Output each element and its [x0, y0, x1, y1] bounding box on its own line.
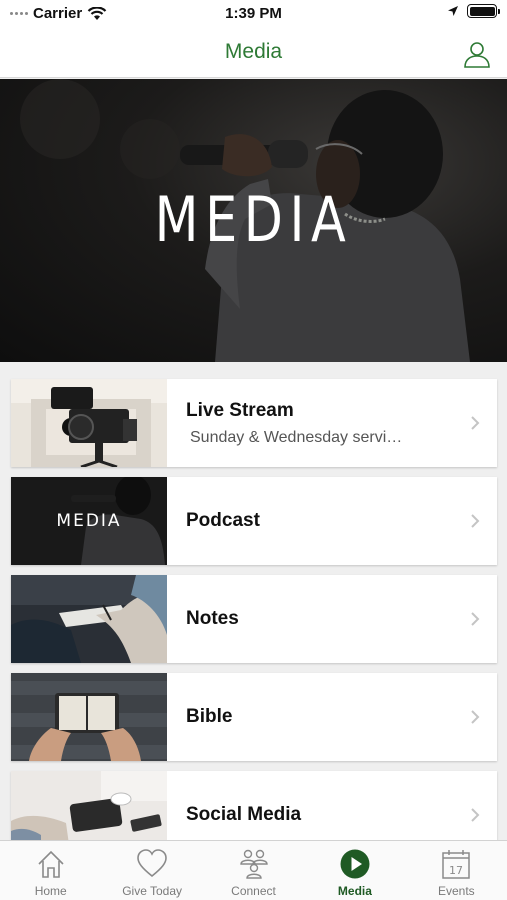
bible-thumbnail [11, 673, 167, 761]
battery-icon [467, 4, 500, 18]
card-body: Podcast [167, 477, 497, 565]
list-item-podcast[interactable]: MEDIA Podcast [11, 477, 497, 565]
tab-label: Connect [231, 884, 276, 898]
list-item-notes[interactable]: Notes [11, 575, 497, 663]
hero-banner: MEDIA [0, 79, 507, 362]
tab-media[interactable]: Media [304, 841, 405, 900]
chevron-right-icon [471, 514, 480, 528]
podcast-thumbnail: MEDIA [11, 477, 167, 565]
home-icon [38, 850, 64, 878]
tab-label: Events [437, 884, 475, 898]
item-title: Live Stream [186, 400, 294, 421]
status-time: 1:39 PM [225, 5, 282, 22]
status-bar: Carrier 1:39 PM [0, 0, 507, 28]
chevron-right-icon [471, 710, 480, 724]
tab-label: Media [337, 884, 372, 898]
chevron-right-icon [471, 416, 480, 430]
people-icon [239, 849, 268, 879]
chevron-right-icon [471, 612, 480, 626]
list-item-live-stream[interactable]: Live Stream Sunday & Wednesday servi… [11, 379, 497, 467]
notes-thumbnail [11, 575, 167, 663]
media-list: Live Stream Sunday & Wednesday servi… ME… [11, 379, 497, 869]
location-arrow-icon [448, 6, 458, 16]
tab-give-today[interactable]: Give Today [101, 841, 202, 900]
tab-bar: Home Give Today Connect Media 17 Events [0, 840, 507, 900]
tab-label: Home [34, 884, 67, 898]
calendar-day: 17 [449, 864, 463, 877]
person-icon[interactable] [463, 40, 491, 68]
item-title: Bible [186, 706, 233, 727]
tab-connect[interactable]: Connect [203, 841, 304, 900]
page-title: Media [224, 40, 283, 63]
camera-thumbnail [11, 379, 167, 467]
tab-events[interactable]: 17 Events [406, 841, 507, 900]
tab-home[interactable]: Home [0, 841, 101, 900]
card-body: Live Stream Sunday & Wednesday servi… [167, 379, 497, 467]
card-body: Bible [167, 673, 497, 761]
navigation-bar: Media [0, 28, 507, 78]
card-body: Notes [167, 575, 497, 663]
play-icon [340, 849, 370, 879]
status-right [447, 4, 500, 18]
item-title: Notes [186, 608, 239, 629]
item-subtitle: Sunday & Wednesday servi… [190, 429, 403, 446]
calendar-icon: 17 [442, 850, 471, 879]
tab-label: Give Today [122, 884, 183, 898]
chevron-right-icon [471, 808, 480, 822]
hero-title: MEDIA [154, 183, 353, 256]
heart-icon [137, 849, 167, 878]
podcast-thumb-text: MEDIA [56, 511, 122, 531]
item-title: Podcast [186, 510, 260, 531]
list-item-bible[interactable]: Bible [11, 673, 497, 761]
item-title: Social Media [186, 804, 302, 825]
